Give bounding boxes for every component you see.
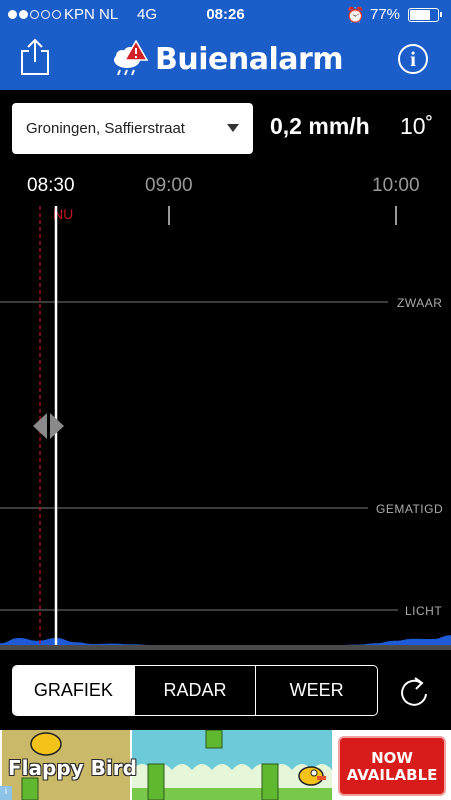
battery-icon [408, 8, 442, 22]
location-value: Groningen, Saffierstraat [26, 120, 185, 137]
now-label: NU [53, 206, 74, 222]
tab-grafiek[interactable]: GRAFIEK [13, 666, 134, 715]
level-label-zwaar: ZWAAR [397, 296, 443, 310]
chevron-left-icon [33, 413, 47, 439]
info-icon[interactable]: i [398, 44, 428, 74]
chart-baseline [0, 645, 451, 650]
level-label-licht: LICHT [405, 604, 443, 618]
level-label-gematigd: GEMATIGD [376, 502, 444, 516]
app-title: Buienalarm [155, 41, 344, 77]
current-temperature: 10˚ [400, 113, 434, 139]
rain-cloud-warning-icon [114, 40, 149, 76]
current-rain-intensity: 0,2 mm/h [270, 113, 370, 139]
battery-percentage: 77% [370, 6, 401, 23]
chevron-down-icon [227, 124, 239, 132]
alarm-clock-icon: ⏰ [346, 7, 365, 24]
refresh-icon[interactable] [397, 672, 431, 710]
tab-radar[interactable]: RADAR [133, 666, 256, 715]
ad-title: Flappy Bird [8, 756, 137, 780]
rain-area [0, 635, 451, 645]
ad-cta-button[interactable]: NOW AVAILABLE [338, 736, 446, 796]
location-dropdown[interactable]: Groningen, Saffierstraat [12, 103, 253, 154]
time-tick-0900 [168, 206, 170, 225]
rain-chart [0, 206, 451, 645]
view-tabs: GRAFIEK RADAR WEER [12, 665, 378, 716]
status-bar: KPN NL 4G 08:26 ⏰ 77% [0, 0, 451, 30]
time-label-0900: 09:00 [145, 175, 193, 196]
share-icon[interactable] [19, 38, 51, 76]
chevron-right-icon [50, 413, 64, 439]
tab-weer[interactable]: WEER [255, 666, 377, 715]
time-scrubber-handle[interactable] [33, 413, 64, 439]
time-tick-1000 [395, 206, 397, 225]
ad-info-icon[interactable]: i [0, 786, 12, 800]
time-label-1000: 10:00 [372, 175, 420, 196]
app-logo: Buienalarm [111, 40, 344, 78]
current-time-label: 08:30 [27, 175, 75, 196]
